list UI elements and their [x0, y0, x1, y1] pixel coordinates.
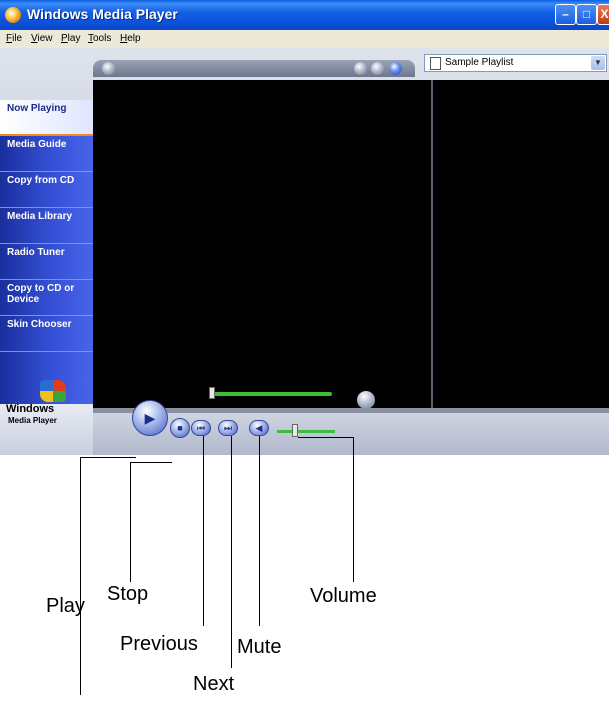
callout-line-play	[80, 457, 136, 458]
minimize-button[interactable]: –	[555, 4, 576, 25]
play-button[interactable]: ▶	[132, 400, 168, 436]
callout-previous: Previous	[120, 633, 198, 655]
task-now-playing[interactable]: Now Playing	[0, 100, 93, 136]
task-media-guide[interactable]: Media Guide	[0, 136, 93, 172]
playlist-dropdown[interactable]: Sample Playlist ▼	[424, 54, 607, 72]
seek-bar[interactable]	[210, 392, 332, 396]
playlist-pane[interactable]	[433, 80, 609, 408]
playlist-name: Sample Playlist	[445, 57, 514, 68]
task-copy-from-cd[interactable]: Copy from CD	[0, 172, 93, 208]
volume-slider[interactable]	[277, 430, 335, 433]
callout-next: Next	[193, 673, 235, 695]
stop-icon: ■	[177, 423, 183, 433]
mute-button[interactable]: ◀	[249, 420, 269, 436]
menu-bar: File View Play Tools Help	[0, 30, 609, 48]
callout-line-volume	[298, 437, 354, 438]
play-icon: ▶	[144, 410, 156, 426]
callout-mute: Mute	[237, 636, 282, 658]
menu-file[interactable]: File	[6, 33, 22, 44]
maximize-button[interactable]: □	[576, 4, 597, 25]
task-skin-chooser[interactable]: Skin Chooser	[0, 316, 93, 352]
controls-bar	[93, 413, 609, 455]
view-option-icon[interactable]	[354, 62, 367, 75]
callout-line-previous	[203, 436, 204, 626]
callout-line-mute	[259, 436, 260, 626]
media-player-window: Windows Media Player – □ X File View Pla…	[0, 0, 609, 455]
stop-button[interactable]: ■	[170, 418, 190, 438]
view-option-icon[interactable]	[371, 62, 384, 75]
compact-mode-icon[interactable]	[357, 391, 375, 409]
chevron-down-icon[interactable]: ▼	[591, 56, 605, 70]
logo-subtext: Media Player	[8, 416, 57, 425]
callout-line-volume	[353, 437, 354, 582]
previous-button[interactable]: ⏮	[191, 420, 211, 436]
task-radio-tuner[interactable]: Radio Tuner	[0, 244, 93, 280]
callout-line-next	[231, 436, 232, 668]
video-pane[interactable]	[93, 80, 431, 408]
menu-tools[interactable]: Tools	[88, 33, 111, 44]
windows-logo-icon	[40, 380, 66, 402]
next-icon: ⏭	[223, 423, 233, 433]
close-button[interactable]: X	[597, 4, 609, 25]
menu-help[interactable]: Help	[120, 33, 141, 44]
menu-play[interactable]: Play	[61, 33, 80, 44]
logo-text: Windows	[6, 403, 55, 415]
task-media-library[interactable]: Media Library	[0, 208, 93, 244]
callout-play: Play	[46, 595, 85, 617]
playlist-toggle-icon[interactable]	[389, 62, 402, 75]
media-player-icon	[5, 7, 21, 23]
previous-icon: ⏮	[196, 423, 206, 433]
task-copy-to-device[interactable]: Copy to CD or Device	[0, 280, 93, 316]
callout-line-stop	[130, 462, 131, 582]
callout-line-stop	[130, 462, 172, 463]
volume-thumb[interactable]	[292, 424, 298, 437]
next-button[interactable]: ⏭	[218, 420, 238, 436]
document-icon	[430, 57, 441, 70]
options-icon[interactable]	[102, 62, 115, 75]
callout-line-play	[80, 457, 81, 695]
mute-icon: ◀	[255, 423, 263, 433]
title-bar[interactable]: Windows Media Player – □ X	[0, 0, 609, 30]
seek-thumb[interactable]	[209, 387, 215, 399]
window-title: Windows Media Player	[27, 6, 178, 22]
menu-view[interactable]: View	[31, 33, 53, 44]
callout-stop: Stop	[107, 583, 149, 605]
callout-volume: Volume	[310, 585, 377, 607]
